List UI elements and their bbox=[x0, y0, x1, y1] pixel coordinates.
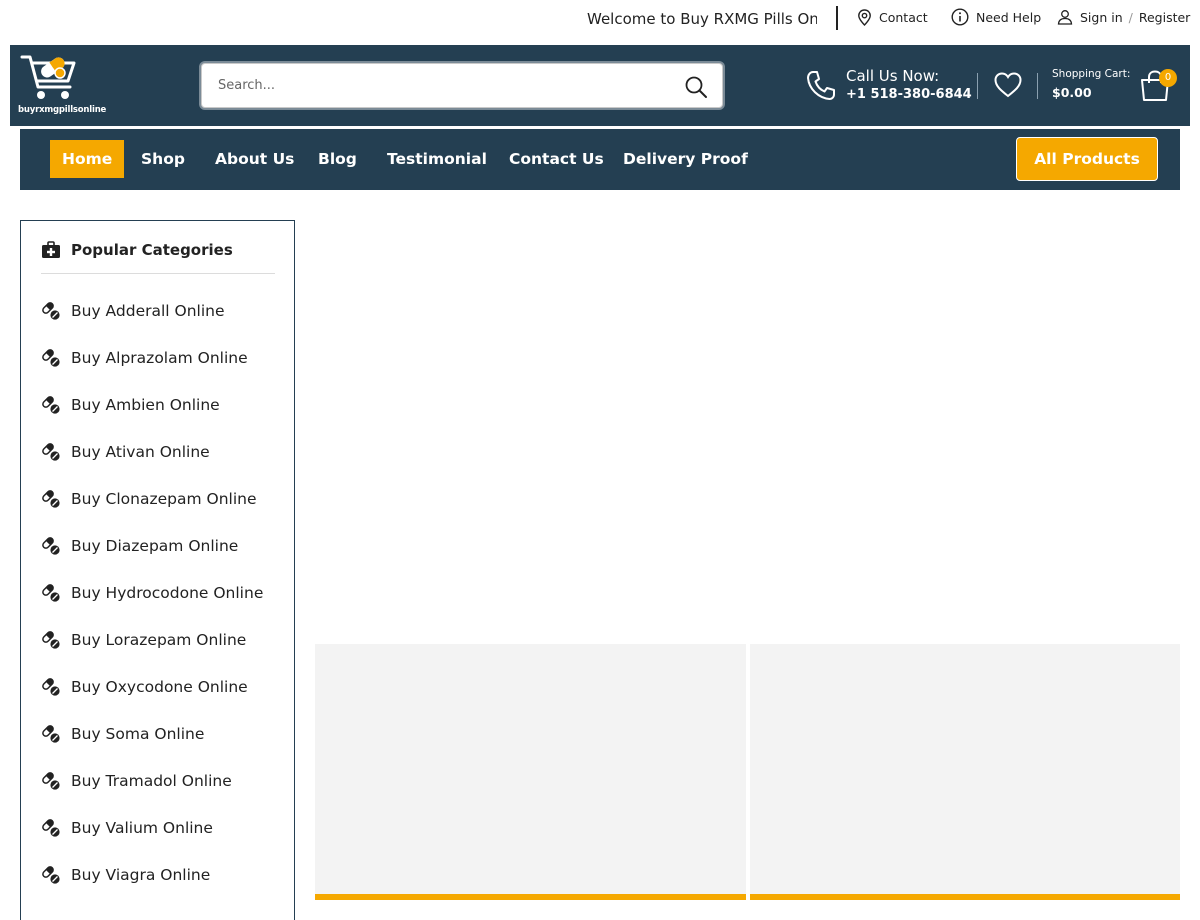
pill-cart-logo-icon bbox=[20, 55, 76, 99]
category-item[interactable]: Buy Ambien Online bbox=[41, 381, 263, 428]
category-item[interactable]: Buy Clonazepam Online bbox=[41, 475, 263, 522]
user-icon bbox=[1057, 10, 1073, 25]
category-label: Buy Viagra Online bbox=[71, 865, 211, 884]
nav-home[interactable]: Home bbox=[50, 140, 125, 178]
account-separator: / bbox=[1128, 9, 1133, 25]
promo-card[interactable] bbox=[315, 644, 746, 900]
header-divider bbox=[1037, 73, 1038, 99]
nav-shop[interactable]: Shop bbox=[129, 140, 197, 178]
account-links: Sign in / Register bbox=[1057, 6, 1190, 28]
shopping-cart-label: Shopping Cart: bbox=[1052, 68, 1131, 80]
phone-icon bbox=[807, 71, 835, 100]
pills-icon bbox=[42, 630, 60, 649]
promo-card[interactable] bbox=[750, 644, 1180, 900]
promo-card-accent-bar bbox=[750, 894, 1180, 900]
category-label: Buy Valium Online bbox=[71, 818, 213, 837]
category-label: Buy Oxycodone Online bbox=[71, 677, 248, 696]
medical-kit-icon bbox=[42, 241, 60, 258]
pills-icon bbox=[42, 865, 60, 884]
call-us-label: Call Us Now: bbox=[846, 67, 940, 85]
need-help-label: Need Help bbox=[976, 9, 1042, 25]
info-circle-icon bbox=[951, 8, 969, 26]
brand-header: buyrxmgpillsonline Call Us Now: +1 518-3… bbox=[10, 45, 1190, 126]
contact-link-label: Contact bbox=[879, 9, 928, 25]
category-item[interactable]: Buy Alprazolam Online bbox=[41, 334, 263, 381]
sign-in-link[interactable]: Sign in bbox=[1080, 10, 1123, 25]
category-item[interactable]: Buy Adderall Online bbox=[41, 287, 263, 334]
category-item[interactable]: Buy Valium Online bbox=[41, 804, 263, 851]
category-label: Buy Diazepam Online bbox=[71, 536, 239, 555]
nav-contact-us[interactable]: Contact Us bbox=[497, 140, 616, 178]
pills-icon bbox=[42, 348, 60, 367]
pills-icon bbox=[42, 489, 60, 508]
pills-icon bbox=[42, 818, 60, 837]
wishlist-heart-icon[interactable] bbox=[993, 71, 1023, 99]
site-logo[interactable]: buyrxmgpillsonline bbox=[18, 53, 106, 117]
main-nav: Home Shop About Us Blog Testimonial Cont… bbox=[20, 129, 1180, 190]
pills-icon bbox=[42, 536, 60, 555]
promo-card-accent-bar bbox=[315, 894, 746, 900]
phone-number-link[interactable]: +1 518-380-6844 bbox=[846, 87, 972, 102]
top-utility-bar: Welcome to Buy RXMG Pills Online Contact… bbox=[0, 0, 1200, 45]
nav-blog[interactable]: Blog bbox=[306, 140, 369, 178]
category-item[interactable]: Buy Lorazepam Online bbox=[41, 616, 263, 663]
category-label: Buy Tramadol Online bbox=[71, 771, 232, 790]
pills-icon bbox=[42, 724, 60, 743]
category-item[interactable]: Buy Tramadol Online bbox=[41, 757, 263, 804]
pills-icon bbox=[42, 395, 60, 414]
category-label: Buy Ativan Online bbox=[71, 442, 210, 461]
search-icon[interactable] bbox=[684, 75, 708, 99]
popular-categories-sidebar: Popular Categories Buy Adderall Online Bu… bbox=[20, 220, 295, 920]
search-input[interactable] bbox=[218, 64, 658, 107]
header-divider bbox=[977, 73, 978, 99]
category-list: Buy Adderall Online Buy Alprazolam Online… bbox=[41, 287, 263, 898]
register-link[interactable]: Register bbox=[1139, 10, 1190, 25]
category-label: Buy Soma Online bbox=[71, 724, 205, 743]
pills-icon bbox=[42, 677, 60, 696]
topbar-divider bbox=[836, 6, 838, 30]
location-pin-icon bbox=[858, 8, 871, 26]
pills-icon bbox=[42, 771, 60, 790]
nav-testimonial[interactable]: Testimonial bbox=[375, 140, 499, 178]
logo-wordmark: buyrxmgpillsonline bbox=[18, 105, 107, 115]
category-label: Buy Adderall Online bbox=[71, 301, 225, 320]
pills-icon bbox=[42, 301, 60, 320]
category-item[interactable]: Buy Hydrocodone Online bbox=[41, 569, 263, 616]
category-label: Buy Ambien Online bbox=[71, 395, 220, 414]
category-label: Buy Clonazepam Online bbox=[71, 489, 257, 508]
contact-link[interactable]: Contact bbox=[857, 6, 928, 28]
nav-delivery-proof[interactable]: Delivery Proof bbox=[611, 140, 760, 178]
category-label: Buy Lorazepam Online bbox=[71, 630, 247, 649]
category-item[interactable]: Buy Diazepam Online bbox=[41, 522, 263, 569]
nav-about-us[interactable]: About Us bbox=[203, 140, 306, 178]
all-products-button[interactable]: All Products bbox=[1016, 137, 1158, 181]
hero-banner-area bbox=[315, 220, 1180, 630]
category-item[interactable]: Buy Ativan Online bbox=[41, 428, 263, 475]
category-item[interactable]: Buy Oxycodone Online bbox=[41, 663, 263, 710]
search-bar bbox=[201, 63, 723, 108]
cart-total: $0.00 bbox=[1052, 85, 1092, 100]
pills-icon bbox=[42, 583, 60, 602]
welcome-marquee: Welcome to Buy RXMG Pills Online bbox=[587, 10, 817, 28]
category-label: Buy Hydrocodone Online bbox=[71, 583, 264, 602]
sidebar-title: Popular Categories bbox=[71, 241, 233, 259]
need-help-link[interactable]: Need Help bbox=[951, 6, 1041, 28]
category-item[interactable]: Buy Viagra Online bbox=[41, 851, 263, 898]
cart-count-badge: 0 bbox=[1159, 69, 1177, 87]
category-item[interactable]: Buy Soma Online bbox=[41, 710, 263, 757]
sidebar-heading: Popular Categories bbox=[41, 238, 233, 262]
sidebar-divider bbox=[41, 273, 275, 274]
category-label: Buy Alprazolam Online bbox=[71, 348, 248, 367]
pills-icon bbox=[42, 442, 60, 461]
